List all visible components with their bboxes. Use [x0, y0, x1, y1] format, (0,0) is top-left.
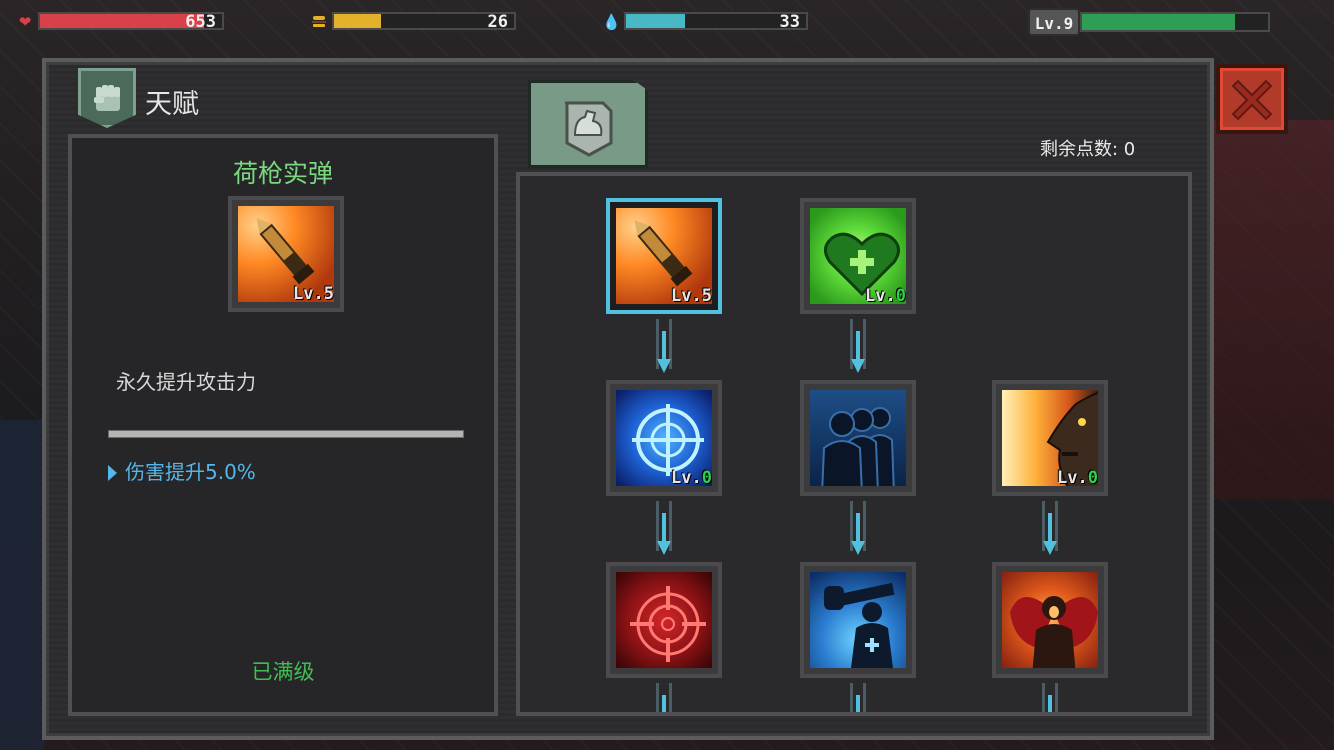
talent-description: 永久提升攻击力	[116, 370, 256, 394]
talent-node-heavy[interactable]	[800, 562, 916, 678]
tree-link	[653, 501, 675, 559]
remaining-points: 剩余点数: 0	[1040, 139, 1136, 160]
talent-node-shadow[interactable]	[800, 380, 916, 496]
health-bar: ❤ 653	[16, 10, 224, 32]
talent-node-precision[interactable]: Lv.0	[606, 380, 722, 496]
max-level-label: 已满级	[251, 660, 315, 684]
background-floor	[0, 420, 44, 750]
food-bar: 26	[310, 10, 516, 32]
close-icon	[1232, 80, 1272, 120]
talent-detail-level: Lv.5	[293, 284, 334, 304]
talent-node-level: Lv.0	[865, 286, 906, 306]
experience-fill	[1082, 14, 1235, 30]
talent-effect: 伤害提升5.0%	[108, 456, 256, 485]
burger-icon	[310, 13, 328, 31]
water-value: 33	[779, 12, 800, 32]
tree-link	[653, 683, 675, 712]
detail-divider	[108, 430, 464, 438]
talent-node-level: Lv.5	[671, 286, 712, 306]
tab-strength[interactable]	[528, 80, 648, 168]
tree-link	[847, 683, 869, 712]
flexed-arm-icon	[565, 101, 613, 157]
talent-node-bullet[interactable]: Lv.5	[606, 198, 722, 314]
tree-link	[1039, 683, 1061, 712]
talent-detail-icon: Lv.5	[228, 196, 344, 312]
crosshair-red-icon	[616, 572, 712, 668]
tree-link	[653, 319, 675, 377]
talent-node-level: Lv.0	[1057, 468, 1098, 488]
health-fill	[40, 14, 204, 28]
water-bar: 💧 33	[602, 10, 808, 32]
talent-node-level: Lv.0	[671, 468, 712, 488]
talent-effect-text: 伤害提升5.0%	[125, 460, 256, 484]
talent-node-rage[interactable]: Lv.0	[992, 380, 1108, 496]
demon-wings-icon	[1002, 572, 1098, 668]
talent-name: 荷枪实弹	[232, 159, 333, 188]
food-value: 26	[487, 12, 508, 32]
water-fill	[626, 14, 686, 28]
health-value: 653	[185, 12, 216, 32]
talent-tree: Lv.5 Lv.0 Lv.0 Lv.0	[516, 172, 1192, 716]
talent-node-crit[interactable]	[606, 562, 722, 678]
effect-arrow-icon	[108, 465, 117, 481]
talent-node-demon[interactable]	[992, 562, 1108, 678]
tree-link	[847, 501, 869, 559]
player-level: Lv.9	[1028, 8, 1080, 36]
tree-link	[847, 319, 869, 377]
background-red-wall	[1214, 120, 1334, 500]
heavy-gunner-icon	[810, 572, 906, 668]
shadow-figures-icon	[810, 390, 906, 486]
talent-detail-pane: 荷枪实弹 Lv.5 永久提升攻击力 伤害提升5.0% 已满级	[68, 134, 498, 716]
close-button[interactable]	[1216, 64, 1288, 134]
heart-icon: ❤	[18, 13, 32, 31]
panel-title: 天赋	[145, 89, 199, 120]
water-drop-icon: 💧	[602, 13, 621, 31]
food-fill	[334, 14, 381, 28]
tree-link	[1039, 501, 1061, 559]
experience-bar	[1080, 12, 1270, 32]
talent-node-heal[interactable]: Lv.0	[800, 198, 916, 314]
